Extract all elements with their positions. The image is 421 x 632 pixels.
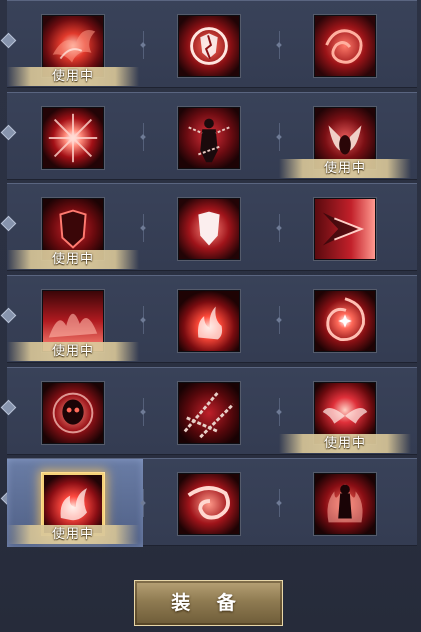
skill-slot-2-3[interactable]: 使用中 (279, 93, 415, 181)
skill-row-5: 使用中 (0, 367, 417, 456)
burning-body-skill-icon (314, 473, 376, 535)
skill-row-1: 使用中 (0, 0, 417, 89)
white-shield-skill-icon (178, 198, 240, 260)
skill-slot-6-2[interactable] (143, 459, 279, 547)
skill-slot-5-1[interactable] (7, 368, 143, 456)
in-use-badge: 使用中 (279, 434, 411, 453)
skill-slot-4-2[interactable] (143, 276, 279, 364)
in-use-badge: 使用中 (7, 525, 139, 544)
skill-row-6: 使用中 (0, 458, 417, 547)
skill-slot-1-1[interactable]: 使用中 (7, 1, 143, 89)
equip-button[interactable]: 装 备 (134, 580, 283, 626)
in-use-badge: 使用中 (7, 67, 139, 86)
skill-slot-5-2[interactable] (143, 368, 279, 456)
skill-slot-6-3[interactable] (279, 459, 415, 547)
shattered-shield-skill-icon (178, 15, 240, 77)
in-use-badge: 使用中 (7, 342, 139, 361)
vortex-star-skill-icon (314, 290, 376, 352)
skill-slot-6-1[interactable]: 使用中 (7, 459, 143, 547)
dash-streak-skill-icon (314, 198, 376, 260)
skill-slot-1-2[interactable] (143, 1, 279, 89)
skill-slot-3-1[interactable]: 使用中 (7, 184, 143, 272)
skill-slot-4-1[interactable]: 使用中 (7, 276, 143, 364)
chained-figure-skill-icon (178, 107, 240, 169)
iron-chains-skill-icon (178, 382, 240, 444)
skill-row-3: 使用中 (0, 183, 417, 272)
skill-slot-5-3[interactable]: 使用中 (279, 368, 415, 456)
radiant-explosion-skill-icon (42, 107, 104, 169)
in-use-badge: 使用中 (7, 250, 139, 269)
skill-slot-2-2[interactable] (143, 93, 279, 181)
skull-aura-skill-icon (42, 382, 104, 444)
skill-slot-3-3[interactable] (279, 184, 415, 272)
skill-slot-3-2[interactable] (143, 184, 279, 272)
skill-grid-panel: 使用中 使用中 使用中 使用中 使用中 使用中 (0, 0, 417, 552)
skill-row-2: 使用中 (0, 92, 417, 181)
skill-row-4: 使用中 (0, 275, 417, 364)
skill-slot-1-3[interactable] (279, 1, 415, 89)
skill-slot-4-3[interactable] (279, 276, 415, 364)
in-use-badge: 使用中 (279, 159, 411, 178)
blaze-skill-icon (178, 290, 240, 352)
whirlwind-skill-icon (178, 473, 240, 535)
crimson-swirl-skill-icon (314, 15, 376, 77)
skill-slot-2-1[interactable] (7, 93, 143, 181)
